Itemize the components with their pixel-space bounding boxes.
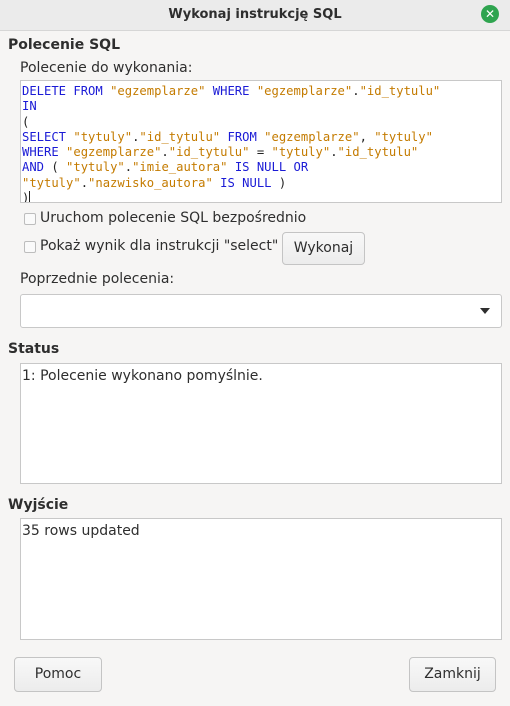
run-direct-label: Uruchom polecenie SQL bezpośrednio xyxy=(40,210,307,226)
show-result-checkbox[interactable] xyxy=(24,241,36,253)
sql-line: SELECT "tytuly"."id_tytulu" FROM "egzemp… xyxy=(22,130,501,145)
status-textarea[interactable]: 1: Polecenie wykonano pomyślnie. xyxy=(20,363,502,484)
sql-token: "imie_autora" xyxy=(132,160,228,175)
sql-token: . xyxy=(124,160,133,175)
execute-button[interactable]: Wykonaj xyxy=(282,232,365,265)
sql-token: "egzemplarze" xyxy=(110,84,206,98)
sql-line: IN xyxy=(22,99,501,114)
sql-token: = xyxy=(249,145,272,160)
sql-token: "tytuly" xyxy=(271,145,331,160)
sql-token: "tytuly" xyxy=(66,160,125,175)
sql-section-title: Polecenie SQL xyxy=(8,37,121,53)
run-direct-checkbox[interactable] xyxy=(24,213,36,225)
sql-line: DELETE FROM "egzemplarze" WHERE "egzempl… xyxy=(22,84,501,99)
text-cursor xyxy=(29,191,31,202)
sql-line: AND ( "tytuly"."imie_autora" IS NULL OR xyxy=(22,160,501,175)
sql-token: , xyxy=(359,129,375,144)
sql-token: "id_tytulu" xyxy=(337,145,419,160)
help-button[interactable]: Pomoc xyxy=(14,657,102,692)
sql-token: ) xyxy=(22,191,30,203)
sql-token: IN xyxy=(22,99,37,114)
sql-token: ) xyxy=(278,175,287,190)
sql-token: ( xyxy=(22,114,30,129)
sql-token: IS NULL OR xyxy=(227,160,309,175)
sql-line: "tytuly"."nazwisko_autora" IS NULL ) xyxy=(22,176,501,191)
sql-token: DELETE FROM xyxy=(22,84,111,98)
sql-token: . xyxy=(352,84,360,98)
sql-token: "id_tytulu" xyxy=(168,145,250,160)
sql-line: WHERE "egzemplarze"."id_tytulu" = "tytul… xyxy=(22,145,501,160)
sql-token: "nazwisko_autora" xyxy=(88,175,213,190)
sql-token: FROM xyxy=(220,129,265,144)
sql-command-editor[interactable]: DELETE FROM "egzemplarze" WHERE "egzempl… xyxy=(20,80,502,203)
sql-token: "id_tytulu" xyxy=(359,84,441,98)
output-section-title: Wyjście xyxy=(8,497,69,513)
sql-token: . xyxy=(80,175,89,190)
sql-token: . xyxy=(161,145,169,160)
sql-token: WHERE xyxy=(22,145,67,160)
previous-commands-label: Poprzednie polecenia: xyxy=(20,271,175,287)
output-textarea[interactable]: 35 rows updated xyxy=(20,518,502,640)
previous-commands-dropdown[interactable] xyxy=(20,294,502,328)
sql-line: ) xyxy=(22,191,501,203)
sql-token: IS NULL xyxy=(212,175,279,190)
sql-token: ( xyxy=(51,160,67,175)
status-section-title: Status xyxy=(8,341,60,357)
sql-line: ( xyxy=(22,115,501,130)
status-text: 1: Polecenie wykonano pomyślnie. xyxy=(22,368,263,384)
show-result-label: Pokaż wynik dla instrukcji "select" xyxy=(40,238,279,254)
close-button[interactable]: Zamknij xyxy=(409,657,496,692)
sql-token: . xyxy=(330,145,338,160)
sql-token: "id_tytulu" xyxy=(139,129,221,144)
sql-token: "tytuly" xyxy=(374,129,433,144)
sql-token: "tytuly" xyxy=(73,129,133,144)
close-icon[interactable]: ✕ xyxy=(481,5,499,23)
sql-token: "egzemplarze" xyxy=(264,129,360,144)
sql-token: "tytuly" xyxy=(22,175,81,190)
output-text: 35 rows updated xyxy=(22,523,140,539)
chevron-down-icon[interactable] xyxy=(480,308,490,314)
sql-token: "egzemplarze" xyxy=(66,145,162,160)
sql-token: AND xyxy=(22,160,52,175)
sql-token: "egzemplarze" xyxy=(256,84,353,98)
window-title: Wykonaj instrukcję SQL xyxy=(168,7,342,22)
sql-token: SELECT xyxy=(22,129,74,144)
sql-token: WHERE xyxy=(205,84,257,98)
command-label: Polecenie do wykonania: xyxy=(20,60,193,76)
title-bar: Wykonaj instrukcję SQL ✕ xyxy=(0,0,510,31)
